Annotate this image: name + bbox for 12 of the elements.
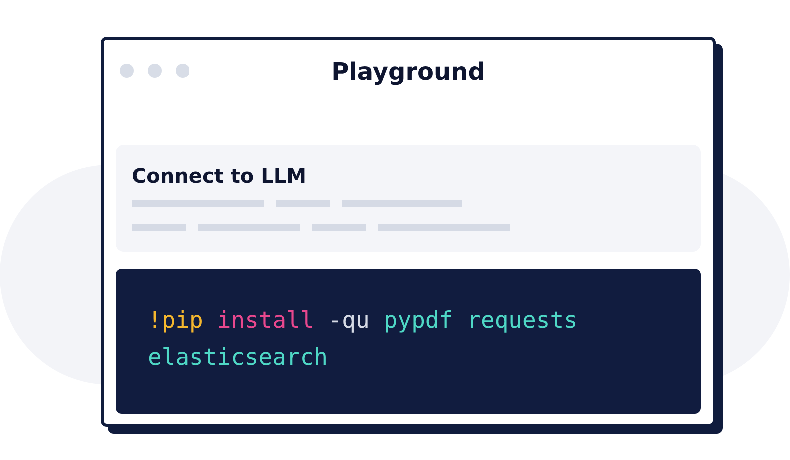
card-title: Connect to LLM [132, 163, 308, 189]
code-token: install [217, 307, 314, 336]
window-title: Playground [332, 58, 486, 86]
code-token: !pip [148, 307, 204, 336]
code-token: -qu [328, 307, 370, 336]
code-token: pypdf [384, 307, 454, 336]
text-placeholder-bar [276, 200, 330, 207]
code-token: elasticsearch [148, 344, 328, 373]
text-placeholder-bar [132, 224, 186, 231]
code-token: requests [467, 307, 578, 336]
window-controls-icon [119, 63, 189, 79]
text-placeholder-bar [312, 224, 366, 231]
